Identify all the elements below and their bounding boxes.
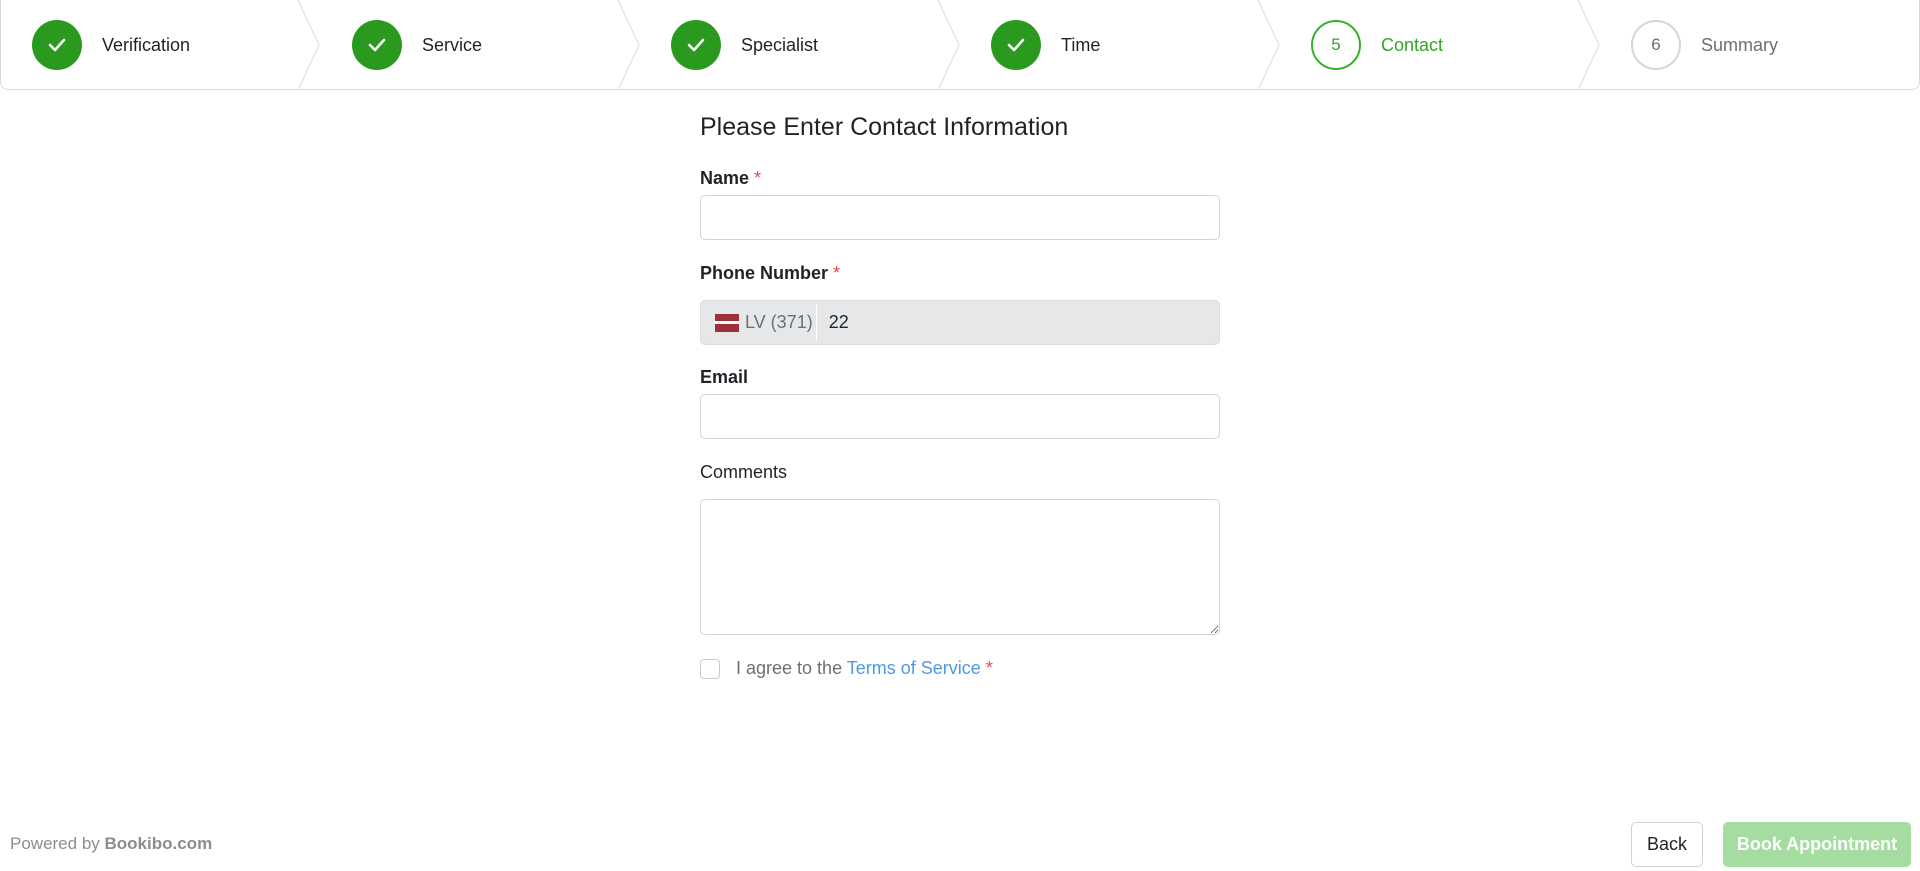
checkmark-icon <box>352 20 402 70</box>
step-contact[interactable]: 5 Contact <box>1311 0 1611 90</box>
phone-label-text: Phone Number <box>700 263 829 283</box>
phone-field: LV (371) <box>700 300 1220 345</box>
contact-form: Please Enter Contact Information Name * … <box>700 110 1220 679</box>
name-label-text: Name <box>700 168 750 188</box>
required-mark: * <box>833 263 841 283</box>
step-verification[interactable]: Verification <box>32 0 332 90</box>
step-number: 5 <box>1311 20 1361 70</box>
phone-input[interactable] <box>812 301 1219 344</box>
checkmark-icon <box>32 20 82 70</box>
email-label: Email <box>700 367 749 387</box>
terms-checkbox[interactable] <box>700 658 720 679</box>
required-mark: * <box>754 168 762 188</box>
divider <box>816 304 817 341</box>
terms-text: I agree to the Terms of Service * <box>736 658 993 679</box>
comments-textarea[interactable] <box>700 499 1220 635</box>
country-code-select[interactable]: LV (371) <box>745 312 813 333</box>
step-label: Contact <box>1381 34 1444 55</box>
name-label: Name * <box>700 168 761 189</box>
comments-label: Comments <box>700 462 788 482</box>
step-label: Service <box>422 34 483 55</box>
page-title: Please Enter Contact Information <box>700 113 1069 141</box>
required-mark: * <box>985 658 993 678</box>
powered-prefix: Powered by <box>10 834 100 853</box>
agree-prefix: I agree to the <box>736 658 843 678</box>
back-button[interactable]: Back <box>1631 822 1703 867</box>
checkmark-icon <box>671 20 721 70</box>
terms-agreement: I agree to the Terms of Service * <box>700 658 993 679</box>
step-number: 6 <box>1631 20 1681 70</box>
step-label: Time <box>1061 34 1101 55</box>
progress-stepper: Verification Service Specialist Time 5 C… <box>0 0 1920 90</box>
step-summary[interactable]: 6 Summary <box>1631 0 1920 90</box>
phone-label: Phone Number * <box>700 263 840 284</box>
step-label: Specialist <box>741 34 819 55</box>
latvia-flag-icon[interactable] <box>715 313 739 332</box>
step-label: Verification <box>102 34 191 55</box>
checkmark-icon <box>991 20 1041 70</box>
step-service[interactable]: Service <box>352 0 652 90</box>
brand-link[interactable]: Bookibo.com <box>105 834 213 853</box>
powered-by: Powered by Bookibo.com <box>10 834 212 854</box>
email-input[interactable] <box>700 394 1220 439</box>
name-input[interactable] <box>700 195 1220 240</box>
book-appointment-button[interactable]: Book Appointment <box>1723 822 1911 867</box>
step-label: Summary <box>1701 34 1779 55</box>
terms-of-service-link[interactable]: Terms of Service <box>847 658 981 678</box>
step-time[interactable]: Time <box>991 0 1291 90</box>
step-specialist[interactable]: Specialist <box>671 0 971 90</box>
